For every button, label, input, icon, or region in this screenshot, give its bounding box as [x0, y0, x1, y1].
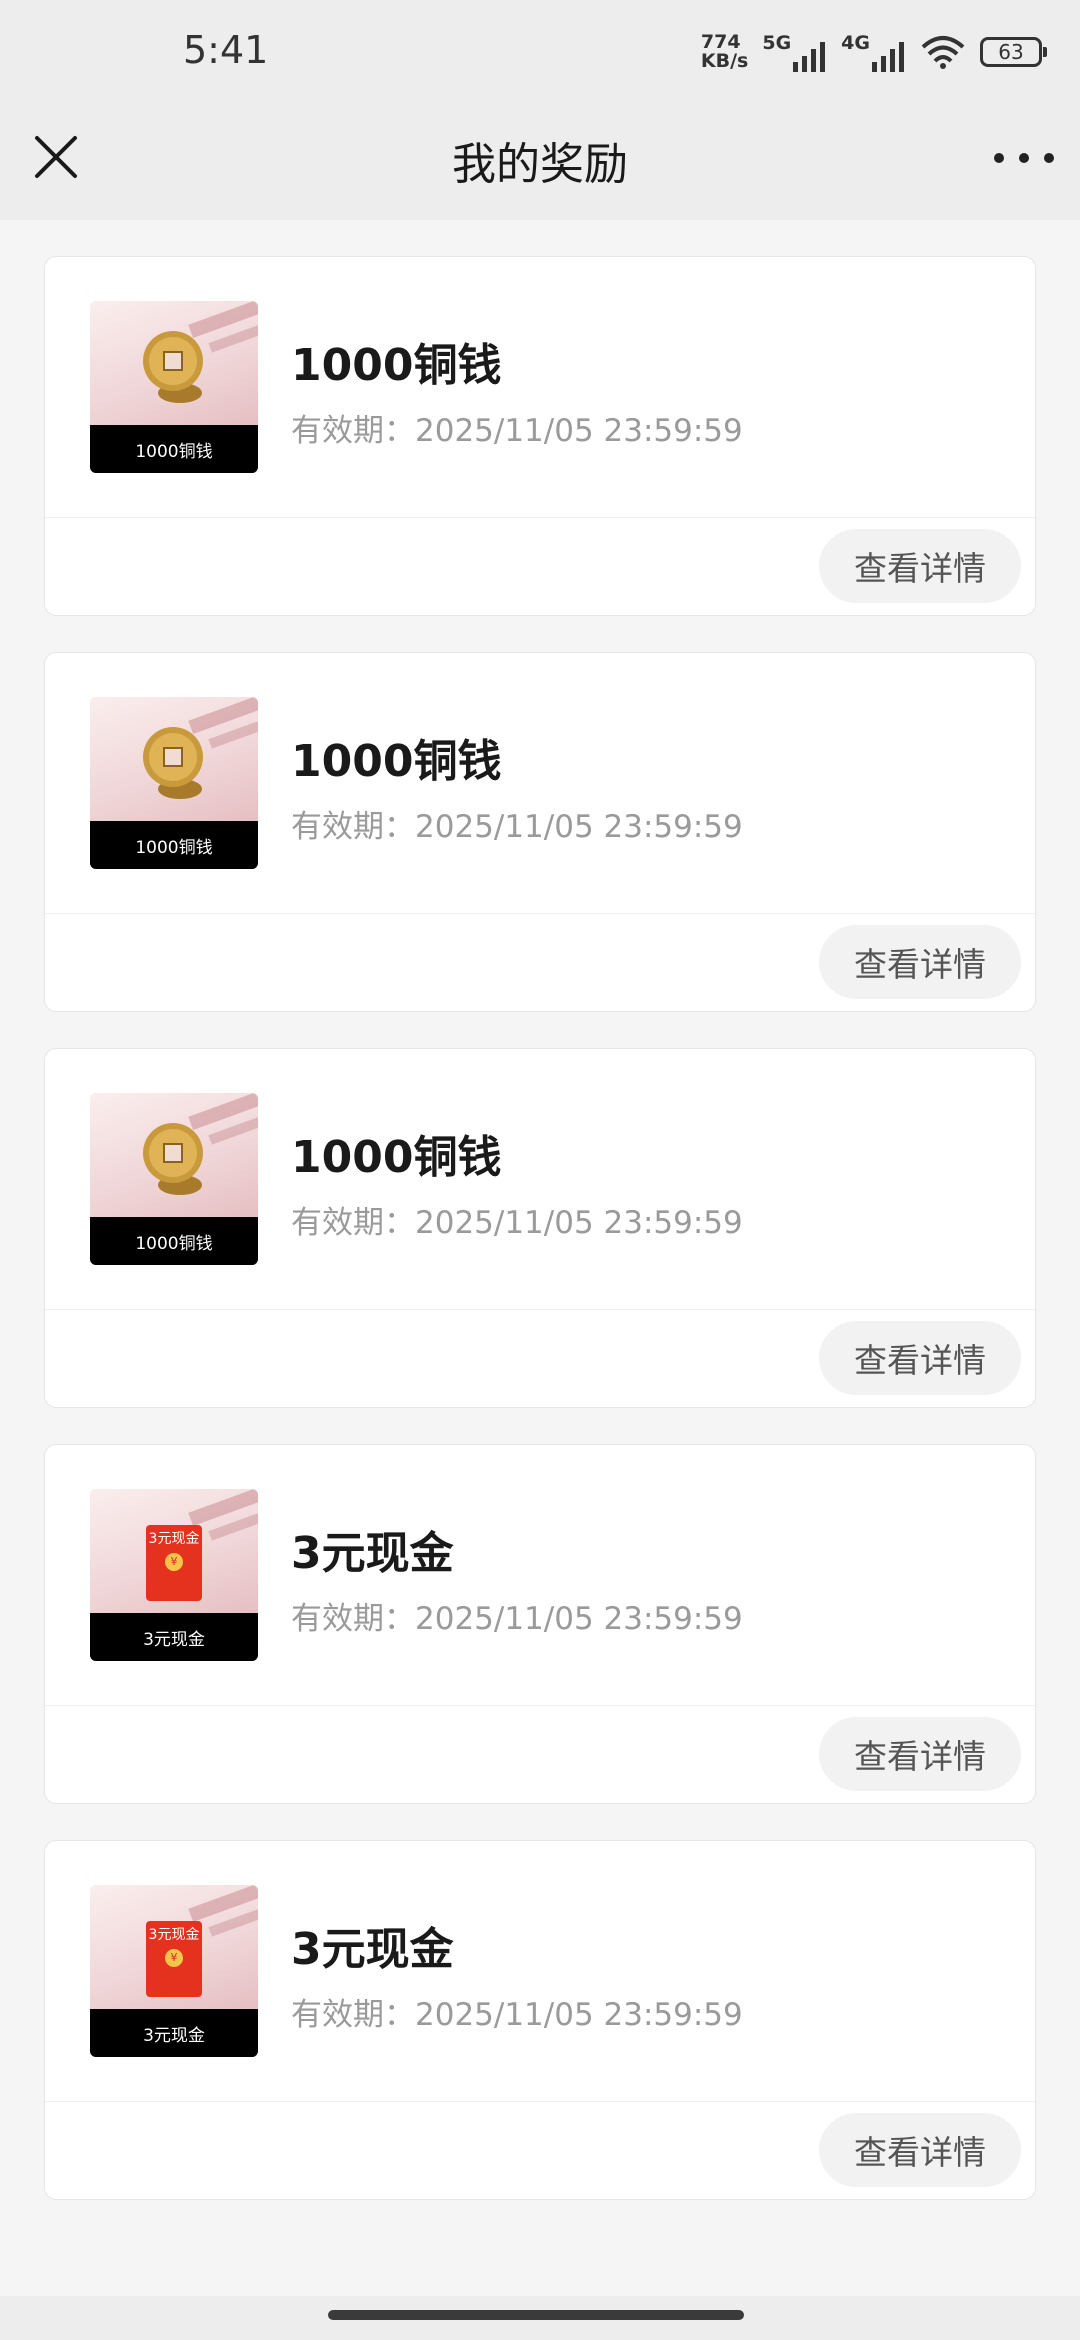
signal-icon: [872, 42, 904, 72]
title-bar: 我的奖励: [0, 100, 1080, 220]
thumbnail-label: 3元现金: [90, 1613, 258, 1661]
reward-card-body: 1000铜钱 1000铜钱 有效期：2025/11/05 23:59:59: [45, 1049, 1035, 1310]
reward-name: 3元现金: [291, 1528, 454, 1579]
reward-thumbnail: 1000铜钱: [90, 697, 258, 869]
reward-card: 1000铜钱 1000铜钱 有效期：2025/11/05 23:59:59 查看…: [44, 256, 1036, 616]
reward-name: 1000铜钱: [291, 1132, 502, 1183]
reward-card-body: 1000铜钱 1000铜钱 有效期：2025/11/05 23:59:59: [45, 653, 1035, 914]
more-icon: [994, 153, 1004, 163]
thumbnail-label: 1000铜钱: [90, 821, 258, 869]
red-envelope-icon: 3元现金 ¥: [146, 1525, 202, 1601]
reward-thumbnail: 1000铜钱: [90, 1093, 258, 1265]
reward-name: 3元现金: [291, 1924, 454, 1975]
thumbnail-label: 1000铜钱: [90, 425, 258, 473]
network-speed: 774 KB/s: [700, 31, 749, 72]
reward-card: 3元现金 ¥ 3元现金 3元现金 有效期：2025/11/05 23:59:59…: [44, 1840, 1036, 2200]
reward-list: 1000铜钱 1000铜钱 有效期：2025/11/05 23:59:59 查看…: [44, 256, 1036, 2236]
reward-card: 1000铜钱 1000铜钱 有效期：2025/11/05 23:59:59 查看…: [44, 1048, 1036, 1408]
battery-icon: 63: [980, 37, 1047, 67]
yuan-coin-icon: ¥: [165, 1949, 183, 1967]
view-details-button[interactable]: 查看详情: [819, 1717, 1021, 1791]
red-envelope-icon: 3元现金 ¥: [146, 1921, 202, 1997]
reward-expiry: 有效期：2025/11/05 23:59:59: [291, 413, 743, 449]
home-indicator[interactable]: [328, 2310, 744, 2320]
reward-expiry: 有效期：2025/11/05 23:59:59: [291, 1205, 743, 1241]
more-button[interactable]: [994, 140, 1054, 176]
thumbnail-label: 1000铜钱: [90, 1217, 258, 1265]
reward-name: 1000铜钱: [291, 736, 502, 787]
status-icons: 774 KB/s 5G 4G 63: [700, 28, 1047, 76]
view-details-button[interactable]: 查看详情: [819, 2113, 1021, 2187]
reward-thumbnail: 3元现金 ¥ 3元现金: [90, 1489, 258, 1661]
reward-thumbnail: 1000铜钱: [90, 301, 258, 473]
signal-icon: [793, 42, 826, 72]
reward-expiry: 有效期：2025/11/05 23:59:59: [291, 1997, 743, 2033]
reward-expiry: 有效期：2025/11/05 23:59:59: [291, 1601, 743, 1637]
status-bar: 5:41 774 KB/s 5G 4G 63: [0, 0, 1080, 100]
reward-name: 1000铜钱: [291, 340, 502, 391]
more-icon: [1044, 153, 1054, 163]
copper-coin-icon: [143, 1123, 203, 1195]
view-details-button[interactable]: 查看详情: [819, 529, 1021, 603]
reward-card: 3元现金 ¥ 3元现金 3元现金 有效期：2025/11/05 23:59:59…: [44, 1444, 1036, 1804]
more-icon: [1019, 153, 1029, 163]
reward-card-body: 3元现金 ¥ 3元现金 3元现金 有效期：2025/11/05 23:59:59: [45, 1445, 1035, 1706]
thumbnail-label: 3元现金: [90, 2009, 258, 2057]
signal-4g: 4G: [841, 32, 906, 72]
status-time: 5:41: [183, 28, 269, 72]
view-details-button[interactable]: 查看详情: [819, 1321, 1021, 1395]
wifi-icon: [921, 36, 965, 69]
copper-coin-icon: [143, 727, 203, 799]
yuan-coin-icon: ¥: [165, 1553, 183, 1571]
reward-card: 1000铜钱 1000铜钱 有效期：2025/11/05 23:59:59 查看…: [44, 652, 1036, 1012]
reward-expiry: 有效期：2025/11/05 23:59:59: [291, 809, 743, 845]
reward-card-body: 3元现金 ¥ 3元现金 3元现金 有效期：2025/11/05 23:59:59: [45, 1841, 1035, 2102]
page-title: 我的奖励: [452, 139, 628, 190]
reward-thumbnail: 3元现金 ¥ 3元现金: [90, 1885, 258, 2057]
navigation-bar: [0, 2296, 1080, 2340]
reward-card-body: 1000铜钱 1000铜钱 有效期：2025/11/05 23:59:59: [45, 257, 1035, 518]
copper-coin-icon: [143, 331, 203, 403]
view-details-button[interactable]: 查看详情: [819, 925, 1021, 999]
signal-5g: 5G: [762, 32, 827, 72]
